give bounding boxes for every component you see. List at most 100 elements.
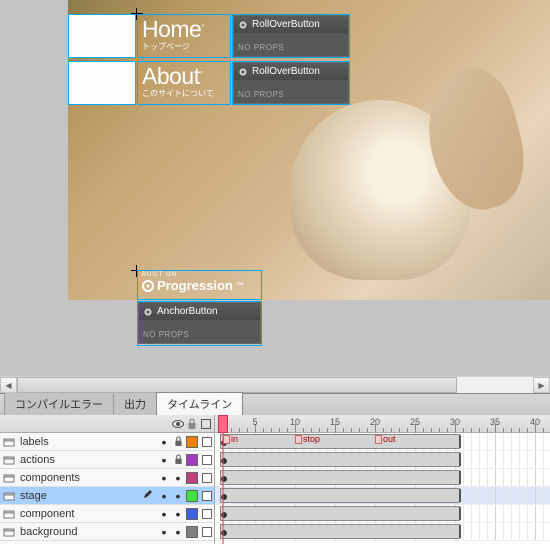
layer-row-actions[interactable]: actions •: [0, 451, 214, 469]
component-icon: [238, 67, 248, 77]
layer-type-icon: [2, 489, 16, 503]
component-name: RollOverButton: [252, 66, 320, 77]
component-icon: [143, 307, 153, 317]
lock-toggle[interactable]: [172, 453, 184, 467]
timeline-row-components[interactable]: [215, 469, 550, 487]
lock-toggle[interactable]: [172, 435, 184, 449]
tab-timeline[interactable]: タイムライン: [156, 392, 243, 415]
layer-name: component: [18, 508, 140, 520]
selected-about-component[interactable]: RollOverButton NO PROPS: [232, 61, 350, 105]
timeline-grid[interactable]: 1510152025303540 in stop out: [215, 415, 550, 544]
frame-span[interactable]: [220, 470, 460, 485]
timeline-row-labels[interactable]: in stop out: [215, 433, 550, 451]
lock-toggle[interactable]: •: [172, 525, 184, 539]
timeline-row-background[interactable]: [215, 523, 550, 541]
menu-home-title: Home: [142, 16, 201, 42]
visibility-toggle[interactable]: •: [158, 489, 170, 503]
layer-color-swatch[interactable]: [186, 436, 198, 448]
timeline-row-component[interactable]: [215, 505, 550, 523]
no-props-label: NO PROPS: [143, 330, 189, 339]
menu-home-sub: トップページ: [142, 43, 204, 51]
layers-header: [0, 415, 214, 433]
layer-name: stage: [18, 490, 140, 502]
layer-type-icon: [2, 525, 16, 539]
outline-toggle[interactable]: [202, 527, 212, 537]
progression-logo-icon: [142, 280, 154, 292]
no-props-label: NO PROPS: [238, 43, 284, 52]
component-icon: [238, 20, 248, 30]
tab-output[interactable]: 出力: [113, 392, 157, 415]
outline-toggle[interactable]: [202, 491, 212, 501]
timeline-layers-column: labels•actions•components••stage••compon…: [0, 415, 215, 544]
layer-row-components[interactable]: components ••: [0, 469, 214, 487]
panel-tabs: コンパイルエラー 出力 タイムライン: [0, 393, 550, 415]
menu-about-sub: このサイトについて: [142, 90, 214, 98]
visibility-toggle[interactable]: •: [158, 453, 170, 467]
layer-name: components: [18, 472, 140, 484]
outline-toggle[interactable]: [202, 509, 212, 519]
layer-name: labels: [18, 436, 140, 448]
scroll-thumb[interactable]: [17, 377, 457, 393]
layer-type-icon: [2, 507, 16, 521]
horizontal-scrollbar[interactable]: ◀ ▶: [0, 376, 550, 393]
timeline-row-stage[interactable]: [215, 487, 550, 505]
lock-toggle[interactable]: •: [172, 471, 184, 485]
playhead[interactable]: [218, 415, 228, 433]
selected-slot-empty-1[interactable]: [68, 14, 136, 58]
frame-span[interactable]: [220, 434, 460, 449]
layer-color-swatch[interactable]: [186, 454, 198, 466]
outline-toggle[interactable]: [202, 455, 212, 465]
layer-type-icon: [2, 453, 16, 467]
timeline-panel: labels•actions•components••stage••compon…: [0, 415, 550, 544]
frame-span[interactable]: [220, 524, 460, 539]
visibility-toggle[interactable]: •: [158, 525, 170, 539]
scroll-track[interactable]: [17, 377, 533, 393]
visibility-toggle[interactable]: •: [158, 435, 170, 449]
layer-color-swatch[interactable]: [186, 508, 198, 520]
lock-toggle[interactable]: •: [172, 507, 184, 521]
selected-home-component[interactable]: RollOverButton NO PROPS: [232, 14, 350, 58]
layer-color-swatch[interactable]: [186, 490, 198, 502]
visibility-column-icon[interactable]: [172, 418, 184, 430]
frame-span[interactable]: [220, 488, 460, 503]
scroll-left-button[interactable]: ◀: [0, 377, 17, 393]
frame-label[interactable]: stop: [295, 434, 320, 444]
layer-name: actions: [18, 454, 140, 466]
layer-row-labels[interactable]: labels •: [0, 433, 214, 451]
progression-name: Progression: [157, 278, 233, 293]
ruler-number: 5: [252, 417, 257, 427]
selected-anchor-component[interactable]: AnchorButton NO PROPS: [137, 301, 262, 346]
ruler-number: 15: [330, 417, 340, 427]
lock-column-icon[interactable]: [186, 418, 198, 430]
layer-type-icon: [2, 435, 16, 449]
layer-row-component[interactable]: component ••: [0, 505, 214, 523]
visibility-toggle[interactable]: •: [158, 507, 170, 521]
frame-span[interactable]: [220, 452, 460, 467]
layer-name: background: [18, 526, 140, 538]
ruler-number: 25: [410, 417, 420, 427]
layer-type-icon: [2, 471, 16, 485]
frame-label[interactable]: in: [223, 434, 238, 444]
lock-toggle[interactable]: •: [172, 489, 184, 503]
component-name: AnchorButton: [157, 306, 218, 317]
progression-badge: BUILT ON Progression™: [142, 272, 244, 293]
frame-span[interactable]: [220, 506, 460, 521]
selected-about-button[interactable]: About◦ このサイトについて: [137, 61, 231, 105]
outline-toggle[interactable]: [202, 437, 212, 447]
tab-compile-errors[interactable]: コンパイルエラー: [4, 392, 114, 415]
layer-row-stage[interactable]: stage ••: [0, 487, 214, 505]
timeline-row-actions[interactable]: [215, 451, 550, 469]
outline-toggle[interactable]: [202, 473, 212, 483]
visibility-toggle[interactable]: •: [158, 471, 170, 485]
layer-color-swatch[interactable]: [186, 526, 198, 538]
outline-column-icon[interactable]: [200, 418, 212, 430]
selected-home-button[interactable]: Home◦ トップページ: [137, 14, 231, 58]
selected-slot-empty-2[interactable]: [68, 61, 136, 105]
trademark: ™: [236, 281, 244, 290]
scroll-right-button[interactable]: ▶: [533, 377, 550, 393]
frame-label[interactable]: out: [375, 434, 396, 444]
timeline-ruler[interactable]: 1510152025303540: [215, 415, 550, 433]
no-props-label: NO PROPS: [238, 90, 284, 99]
layer-row-background[interactable]: background ••: [0, 523, 214, 541]
layer-color-swatch[interactable]: [186, 472, 198, 484]
